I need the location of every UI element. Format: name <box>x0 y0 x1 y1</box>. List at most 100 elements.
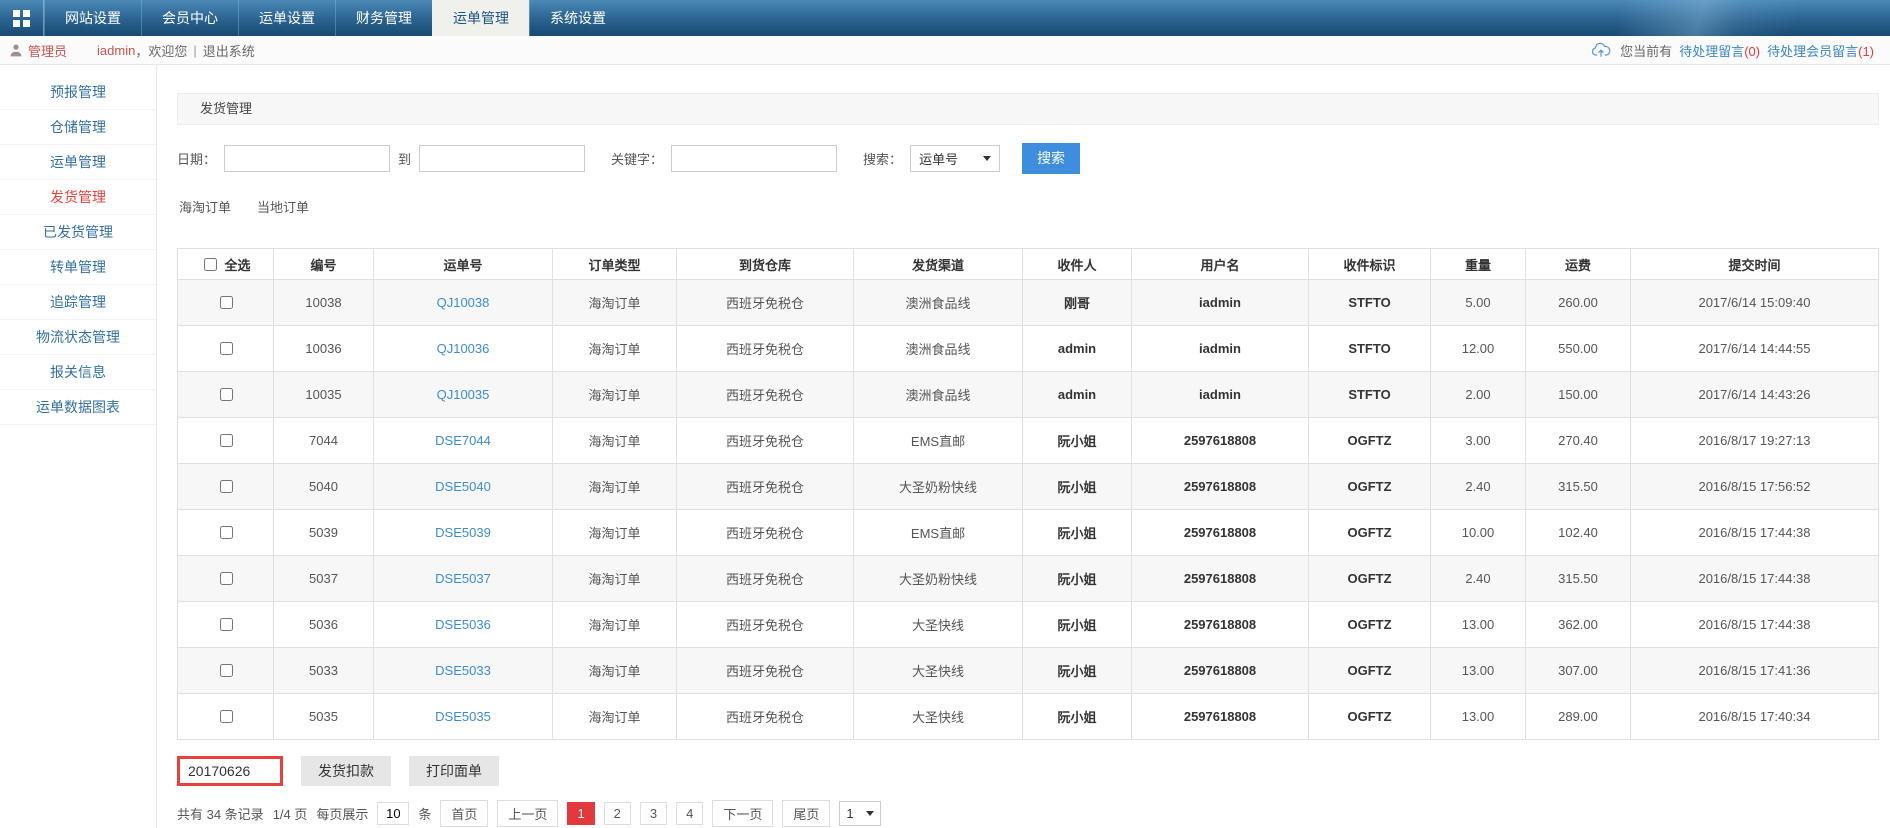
print-button[interactable]: 打印面单 <box>409 756 499 786</box>
cell-receiver: 阮小姐 <box>1022 417 1132 464</box>
cell-user: 2597618808 <box>1131 693 1309 740</box>
cell-channel: 澳洲食品线 <box>853 325 1023 372</box>
orders-table: 全选 编号 运单号 订单类型 到货仓库 发货渠道 收件人 用户名 收件标识 重量 运费 提交时间 1… <box>177 248 1879 740</box>
cell-waybill[interactable]: DSE5039 <box>373 509 553 556</box>
nav-tab-5[interactable]: 系统设置 <box>529 0 626 36</box>
search-button[interactable]: 搜索 <box>1022 142 1081 174</box>
apps-grid-icon[interactable] <box>0 0 44 36</box>
pending-messages-label: 待处理留言 <box>1679 43 1745 59</box>
row-checkbox[interactable] <box>219 572 233 585</box>
row-select-cell <box>177 647 274 694</box>
pending-messages-count: (0) <box>1744 43 1761 59</box>
cell-waybill[interactable]: DSE7044 <box>373 417 553 464</box>
search-type-select[interactable]: 运单号 <box>910 144 1001 172</box>
sidebar-item-0[interactable]: 预报管理 <box>0 75 156 110</box>
column-header: 收件人 <box>1022 248 1132 280</box>
row-checkbox[interactable] <box>219 664 233 677</box>
last-page-button[interactable]: 尾页 <box>782 800 831 827</box>
sidebar-item-7[interactable]: 物流状态管理 <box>0 320 156 355</box>
sidebar-item-3[interactable]: 发货管理 <box>0 180 156 215</box>
deduct-button[interactable]: 发货扣款 <box>301 756 391 786</box>
row-checkbox[interactable] <box>219 710 233 723</box>
prev-page-button[interactable]: 上一页 <box>497 800 559 827</box>
cell-tag: STFTO <box>1308 371 1431 418</box>
row-checkbox[interactable] <box>219 526 233 539</box>
cell-weight: 5.00 <box>1430 279 1526 326</box>
cell-time: 2016/8/15 17:56:52 <box>1630 463 1879 510</box>
order-tab-1[interactable]: 当地订单 <box>257 197 309 216</box>
page-number-2[interactable]: 2 <box>603 802 631 825</box>
cell-channel: EMS直邮 <box>853 509 1023 556</box>
pending-messages-link[interactable]: 待处理留言(0) <box>1679 41 1760 60</box>
keyword-label: 关键字： <box>611 151 664 167</box>
cell-id: 5036 <box>273 601 374 648</box>
search-by-label: 搜索： <box>863 151 903 167</box>
cell-fee: 289.00 <box>1525 693 1631 740</box>
column-header: 提交时间 <box>1630 248 1879 280</box>
nav-tabs: 网站设置 会员中心 运单设置 财务管理 运单管理 系统设置 <box>44 0 626 36</box>
row-select-cell <box>177 555 274 602</box>
select-all[interactable]: 全选 <box>200 255 251 274</box>
cell-receiver: 阮小姐 <box>1022 463 1132 510</box>
sidebar-item-4[interactable]: 已发货管理 <box>0 215 156 250</box>
sidebar-item-1[interactable]: 仓储管理 <box>0 110 156 145</box>
cell-user: 2597618808 <box>1131 509 1309 556</box>
batch-number-input[interactable] <box>177 756 283 786</box>
page-number-1[interactable]: 1 <box>567 802 595 825</box>
sidebar-item-2[interactable]: 运单管理 <box>0 145 156 180</box>
first-page-button[interactable]: 首页 <box>440 800 489 827</box>
logout-link[interactable]: 退出系统 <box>203 41 255 60</box>
cell-time: 2016/8/15 17:40:34 <box>1630 693 1879 740</box>
cell-waybill[interactable]: QJ10036 <box>373 325 553 372</box>
page-indicator: 1/4 页 <box>272 807 308 822</box>
row-checkbox[interactable] <box>219 480 233 493</box>
cell-waybill[interactable]: DSE5033 <box>373 647 553 694</box>
grid-icon <box>13 9 30 27</box>
cell-tag: OGFTZ <box>1308 417 1431 464</box>
cell-warehouse: 西班牙免税仓 <box>676 279 854 326</box>
sidebar-item-5[interactable]: 转单管理 <box>0 250 156 285</box>
page-jump-select[interactable]: 1 <box>839 801 882 826</box>
cell-type: 海淘订单 <box>552 463 677 510</box>
date-from-input[interactable] <box>224 144 391 172</box>
row-select-cell <box>177 371 274 418</box>
row-checkbox[interactable] <box>219 342 233 355</box>
nav-tab-0[interactable]: 网站设置 <box>44 0 141 36</box>
sidebar-item-8[interactable]: 报关信息 <box>0 355 156 390</box>
next-page-button[interactable]: 下一页 <box>712 800 774 827</box>
cell-channel: 大圣快线 <box>853 647 1023 694</box>
sidebar: 预报管理 仓储管理 运单管理 发货管理 已发货管理 转单管理 追踪管理 物流状态管理 报关信息运… <box>0 65 157 828</box>
cell-fee: 270.40 <box>1525 417 1631 464</box>
row-checkbox[interactable] <box>219 434 233 447</box>
nav-tab-3[interactable]: 财务管理 <box>335 0 432 36</box>
cell-type: 海淘订单 <box>552 417 677 464</box>
page-number-3[interactable]: 3 <box>639 802 668 825</box>
nav-tab-4[interactable]: 运单管理 <box>432 0 529 36</box>
select-all-checkbox[interactable] <box>204 257 218 271</box>
cell-user: iadmin <box>1131 279 1309 326</box>
column-header: 运费 <box>1525 248 1631 280</box>
cell-waybill[interactable]: DSE5037 <box>373 555 553 602</box>
page-number-4[interactable]: 4 <box>676 802 704 825</box>
nav-tab-1[interactable]: 会员中心 <box>141 0 238 36</box>
cell-waybill[interactable]: DSE5035 <box>373 693 553 740</box>
cell-waybill[interactable]: DSE5040 <box>373 463 553 510</box>
pagination: 共有 34 条记录 1/4 页 每页展示 条 首页 上一页 1234 下一页 尾… <box>177 800 1879 827</box>
pending-member-messages-link[interactable]: 待处理会员留言(1) <box>1767 41 1874 60</box>
sidebar-item-6[interactable]: 追踪管理 <box>0 285 156 320</box>
row-checkbox[interactable] <box>219 296 233 309</box>
order-tab-0[interactable]: 海淘订单 <box>179 197 231 216</box>
keyword-input[interactable] <box>671 144 838 172</box>
date-to-input[interactable] <box>419 144 586 172</box>
sidebar-item-9[interactable]: 运单数据图表 <box>0 390 156 425</box>
cell-waybill[interactable]: DSE5036 <box>373 601 553 648</box>
nav-tab-2[interactable]: 运单设置 <box>238 0 335 36</box>
per-page-input[interactable] <box>377 802 410 825</box>
cell-waybill[interactable]: QJ10035 <box>373 371 553 418</box>
cell-waybill[interactable]: QJ10038 <box>373 279 553 326</box>
welcome-text: ，欢迎您 <box>135 43 188 59</box>
table-row: 5036 DSE5036 海淘订单 西班牙免税仓 大圣快线 阮小姐 2597618808 OG… <box>177 601 1879 648</box>
records-total: 共有 34 条记录 <box>177 807 264 822</box>
row-checkbox[interactable] <box>219 388 233 401</box>
row-checkbox[interactable] <box>219 618 233 631</box>
